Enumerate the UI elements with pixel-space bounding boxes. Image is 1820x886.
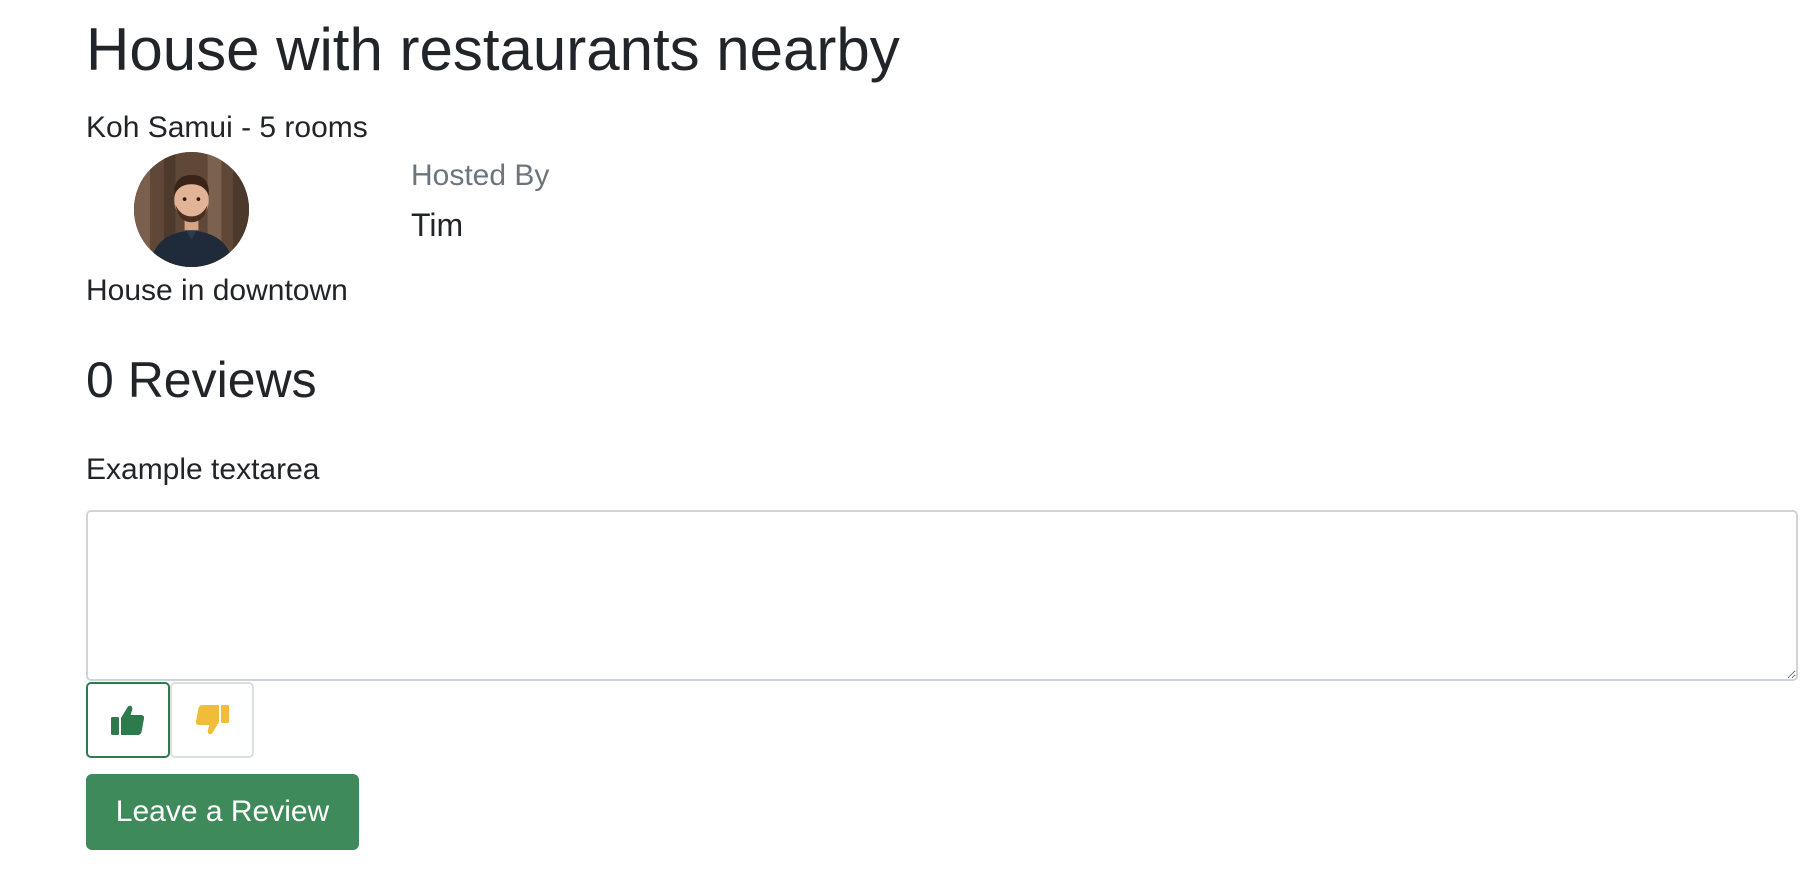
- review-textarea-label: Example textarea: [86, 453, 320, 486]
- thumbs-down-button[interactable]: [170, 682, 254, 758]
- review-textarea[interactable]: [86, 510, 1798, 681]
- leave-review-button[interactable]: Leave a Review: [86, 774, 359, 850]
- host-avatar: [134, 152, 249, 267]
- thumbs-up-button[interactable]: [86, 682, 170, 758]
- reviews-count-heading: 0 Reviews: [86, 352, 317, 408]
- host-avatar-photo: [134, 152, 249, 267]
- hosted-by-label: Hosted By: [411, 159, 550, 192]
- listing-description: House in downtown: [86, 274, 348, 307]
- listing-page: House with restaurants nearby Koh Samui …: [0, 0, 1820, 886]
- thumbs-up-icon: [111, 705, 145, 735]
- thumbs-down-icon: [195, 705, 229, 735]
- listing-title: House with restaurants nearby: [86, 16, 900, 83]
- listing-location-rooms: Koh Samui - 5 rooms: [86, 111, 368, 144]
- host-name: Tim: [411, 207, 464, 243]
